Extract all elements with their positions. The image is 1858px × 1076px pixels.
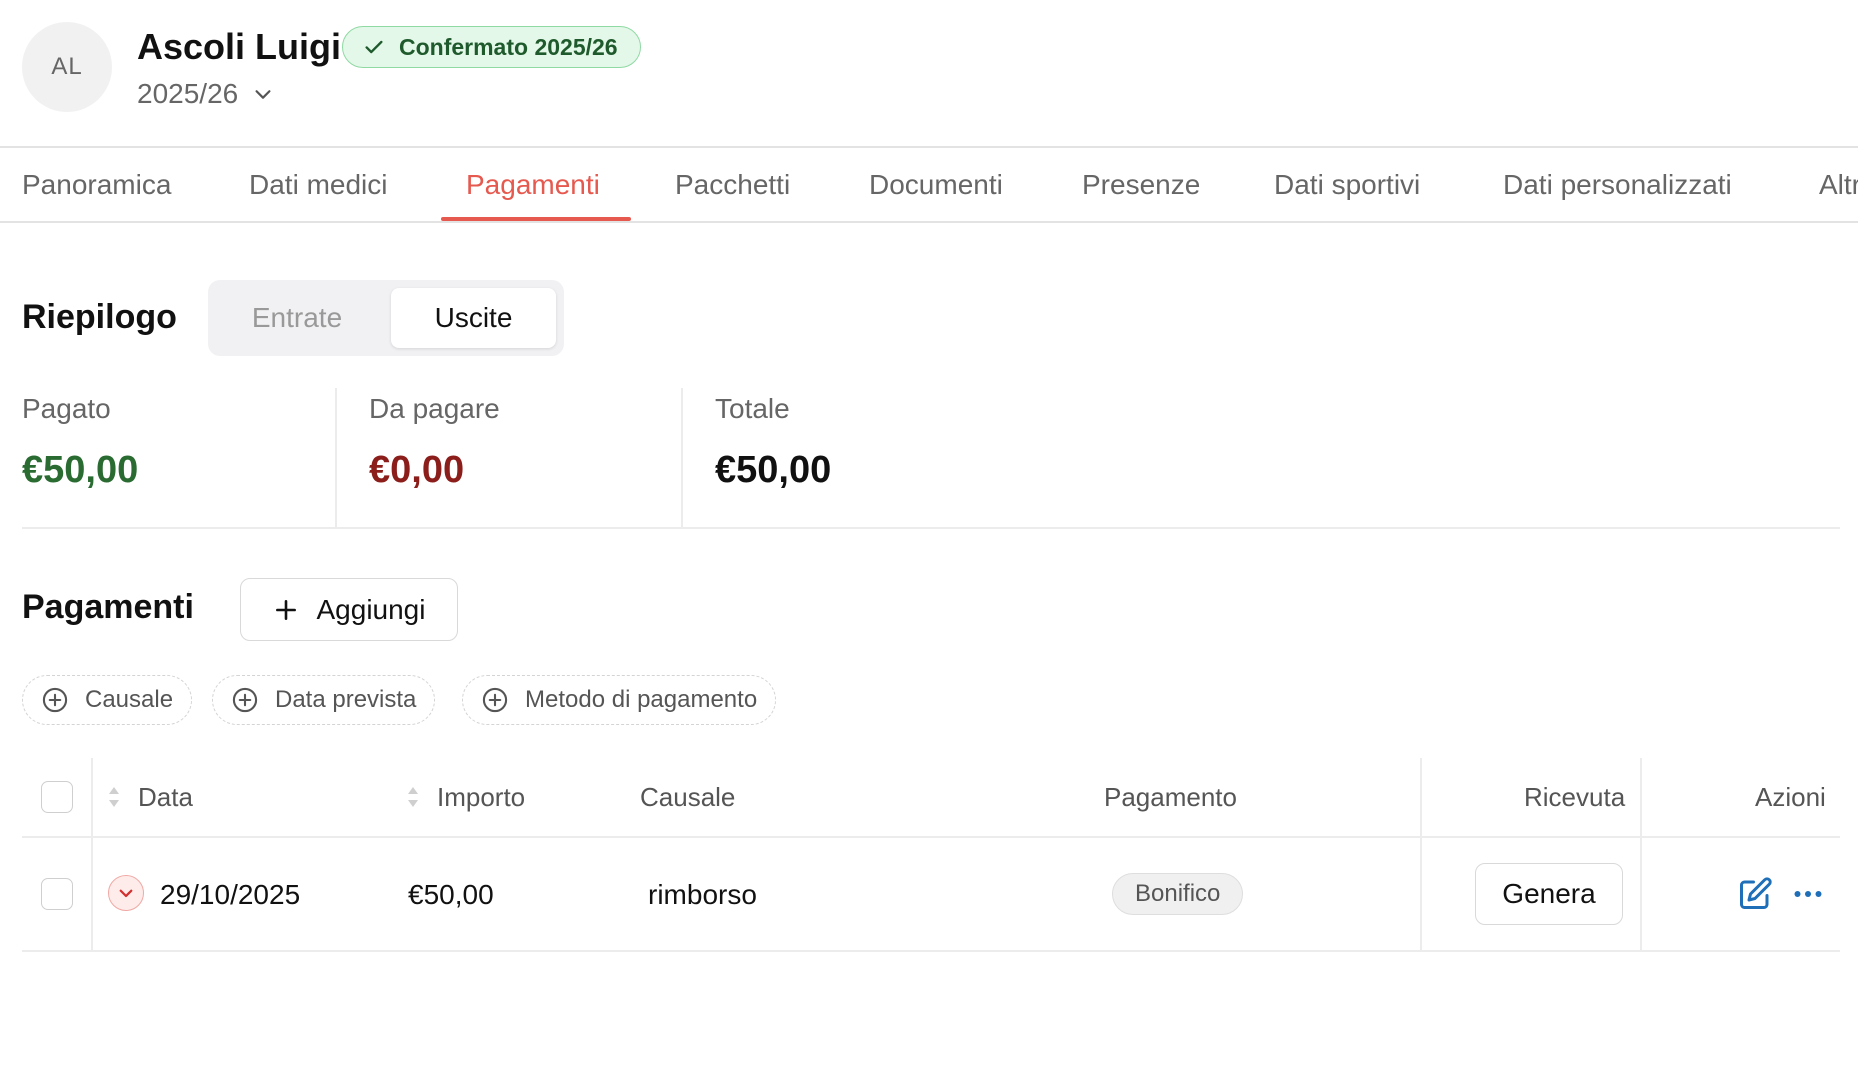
tab-pacchetti[interactable]: Pacchetti bbox=[675, 148, 790, 221]
row-date: 29/10/2025 bbox=[160, 879, 301, 910]
stat-da-pagare: Da pagare €0,00 bbox=[335, 388, 681, 528]
check-icon bbox=[365, 40, 383, 54]
column-header-causale: Causale bbox=[640, 781, 736, 812]
filter-metodo-pagamento[interactable]: Metodo di pagamento bbox=[462, 675, 777, 725]
row-amount: €50,00 bbox=[408, 879, 494, 910]
avatar: AL bbox=[22, 22, 112, 112]
plus-circle-icon bbox=[42, 687, 68, 713]
column-divider bbox=[1420, 758, 1422, 952]
chevron-down-icon bbox=[255, 90, 271, 99]
chevron-down-icon bbox=[119, 889, 133, 898]
stat-label: Totale bbox=[715, 393, 790, 424]
column-header-importo[interactable]: Importo bbox=[405, 758, 525, 836]
sort-icon bbox=[109, 787, 119, 807]
filter-label: Metodo di pagamento bbox=[525, 686, 758, 713]
column-divider bbox=[1640, 758, 1642, 952]
column-header-pagamento: Pagamento bbox=[1104, 781, 1237, 812]
stat-value: €50,00 bbox=[22, 449, 139, 491]
more-horizontal-icon[interactable] bbox=[1790, 876, 1826, 912]
payment-method-badge: Bonifico bbox=[1112, 873, 1244, 915]
active-tab-indicator bbox=[441, 217, 631, 221]
stat-label: Da pagare bbox=[369, 393, 500, 424]
stat-value: €0,00 bbox=[369, 449, 465, 491]
column-header-label: Importo bbox=[437, 781, 526, 812]
column-header-label: Data bbox=[138, 781, 193, 812]
tab-altro[interactable]: Altr bbox=[1819, 148, 1858, 221]
stat-totale: Totale €50,00 bbox=[681, 388, 1027, 528]
column-header-data[interactable]: Data bbox=[106, 758, 193, 836]
select-all-checkbox[interactable] bbox=[41, 781, 73, 813]
filter-data-prevista[interactable]: Data prevista bbox=[212, 675, 436, 725]
payments-title: Pagamenti bbox=[22, 588, 194, 626]
status-badge: Confermato 2025/26 bbox=[342, 26, 641, 68]
plus-circle-icon bbox=[232, 687, 258, 713]
person-name: Ascoli Luigi bbox=[137, 26, 342, 67]
add-payment-label: Aggiungi bbox=[316, 593, 426, 625]
stat-value: €50,00 bbox=[715, 449, 832, 491]
add-payment-button[interactable]: Aggiungi bbox=[240, 578, 458, 641]
plus-circle-icon bbox=[482, 687, 508, 713]
payments-table: Data Importo Causale Pagamento Ricevuta … bbox=[22, 758, 1840, 952]
tab-dati-medici[interactable]: Dati medici bbox=[249, 148, 387, 221]
tab-presenze[interactable]: Presenze bbox=[1082, 148, 1200, 221]
income-expense-toggle: Entrate Uscite bbox=[208, 280, 564, 356]
tab-dati-sportivi[interactable]: Dati sportivi bbox=[1274, 148, 1420, 221]
stat-pagato: Pagato €50,00 bbox=[22, 388, 368, 528]
row-causale: rimborso bbox=[648, 879, 757, 910]
toggle-uscite[interactable]: Uscite bbox=[391, 288, 556, 348]
edit-icon[interactable] bbox=[1737, 876, 1773, 912]
filter-label: Data prevista bbox=[275, 686, 417, 713]
summary-divider bbox=[22, 527, 1840, 529]
generate-receipt-button[interactable]: Genera bbox=[1475, 863, 1623, 925]
summary-title: Riepilogo bbox=[22, 298, 177, 336]
tab-bar: Panoramica Dati medici Pagamenti Pacchet… bbox=[0, 148, 1858, 223]
toggle-entrate[interactable]: Entrate bbox=[216, 288, 378, 348]
column-header-azioni: Azioni bbox=[1755, 781, 1826, 812]
stat-label: Pagato bbox=[22, 393, 111, 424]
tab-dati-personalizzati[interactable]: Dati personalizzati bbox=[1503, 148, 1732, 221]
filter-label: Causale bbox=[85, 686, 174, 713]
tab-documenti[interactable]: Documenti bbox=[869, 148, 1003, 221]
plus-icon bbox=[275, 599, 296, 620]
tab-pagamenti[interactable]: Pagamenti bbox=[466, 148, 600, 221]
column-divider bbox=[91, 758, 93, 952]
season-select-value: 2025/26 bbox=[137, 78, 239, 109]
row-expand-button[interactable] bbox=[108, 875, 144, 911]
status-badge-label: Confermato 2025/26 bbox=[399, 33, 618, 60]
row-divider bbox=[22, 950, 1840, 952]
tab-panoramica[interactable]: Panoramica bbox=[22, 148, 171, 221]
column-header-ricevuta: Ricevuta bbox=[1524, 781, 1626, 812]
row-checkbox[interactable] bbox=[41, 878, 73, 910]
sort-icon bbox=[408, 787, 418, 807]
filter-causale[interactable]: Causale bbox=[22, 675, 193, 725]
season-select[interactable]: 2025/26 bbox=[137, 78, 274, 110]
